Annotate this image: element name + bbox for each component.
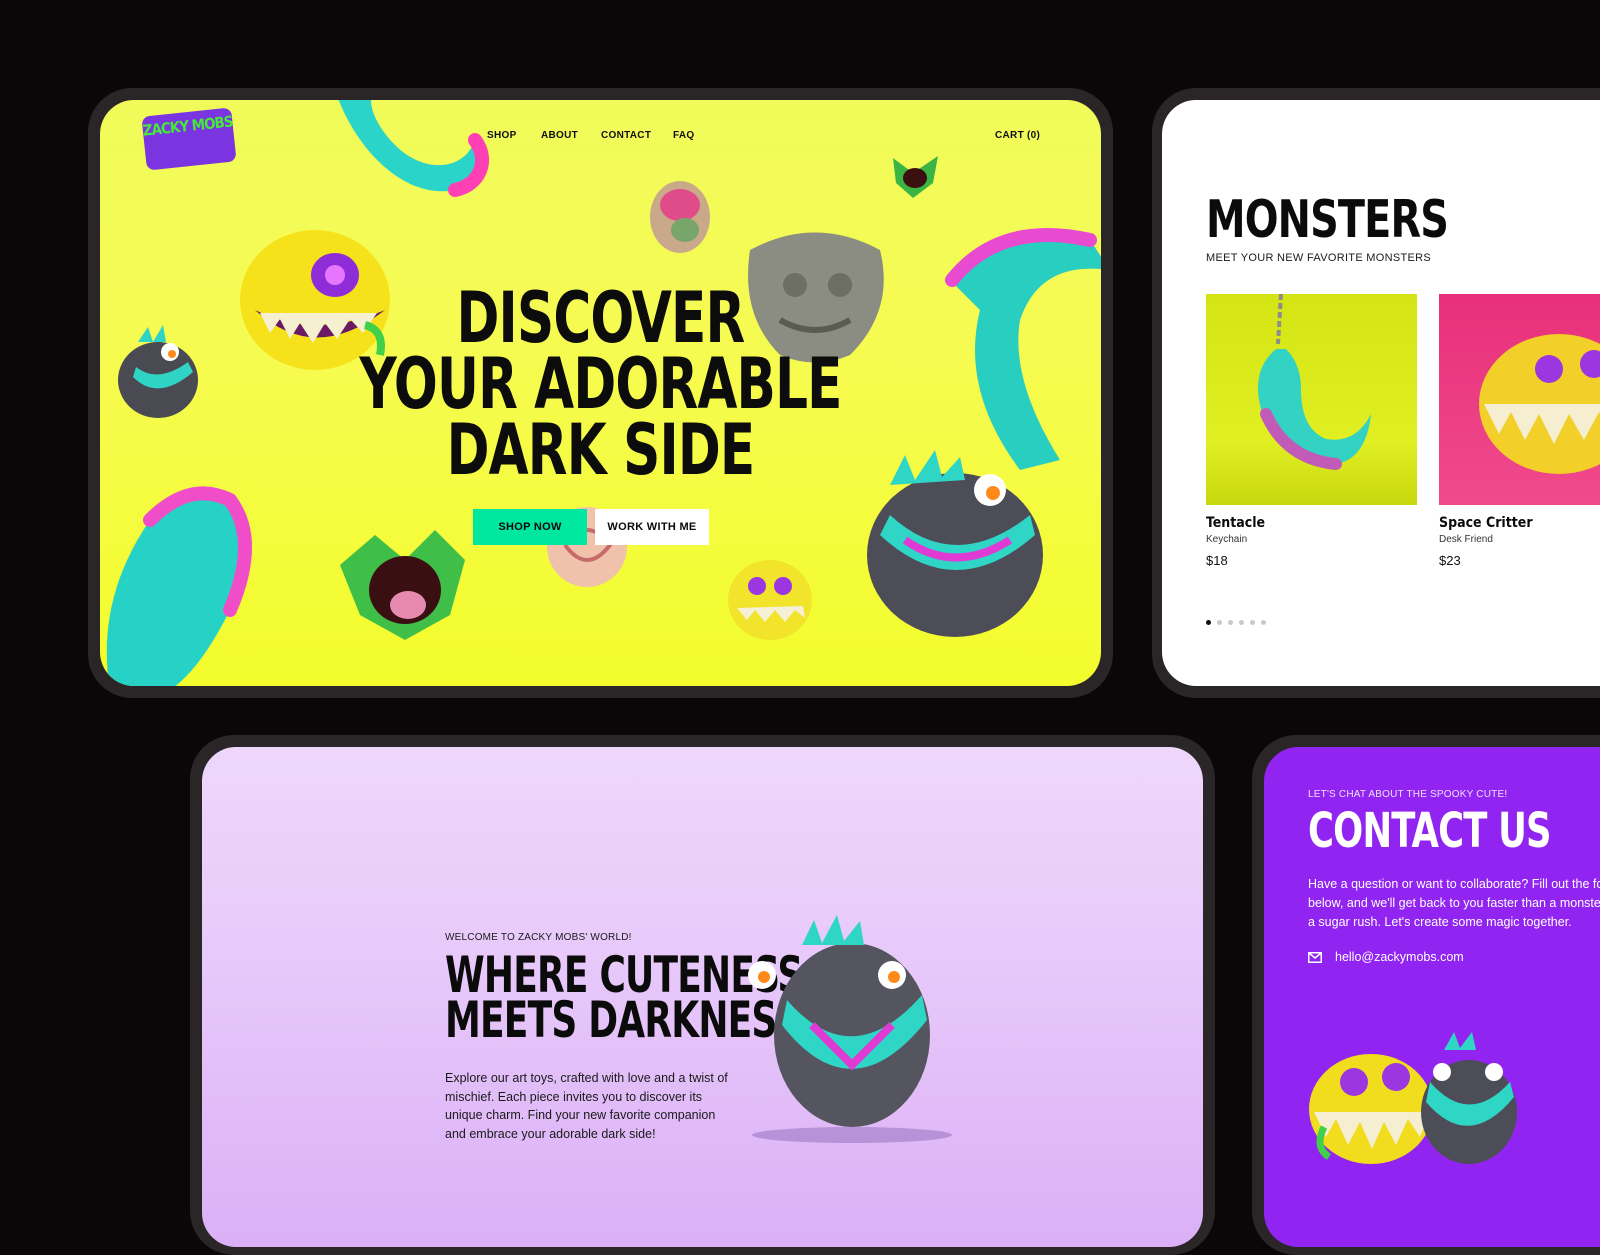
mail-icon bbox=[1308, 952, 1322, 963]
plant-monster-small-image bbox=[893, 156, 938, 198]
carousel-dot[interactable] bbox=[1239, 620, 1244, 625]
product-price: $23 bbox=[1439, 553, 1461, 568]
product-price: $18 bbox=[1206, 553, 1228, 568]
hero-section: ZACKY MOBS SHOP ABOUT CONTACT FAQ CART (… bbox=[100, 100, 1101, 686]
contact-eyebrow: LET'S CHAT ABOUT THE SPOOKY CUTE! bbox=[1308, 789, 1508, 800]
about-section: WELCOME TO ZACKY MOBS' WORLD! WHERE CUTE… bbox=[202, 747, 1203, 1247]
carousel-dot[interactable] bbox=[1228, 620, 1233, 625]
monsters-section: MONSTERS MEET YOUR NEW FAVORITE MONSTERS… bbox=[1162, 100, 1600, 686]
product-type: Desk Friend bbox=[1439, 534, 1493, 545]
nav-contact-link[interactable]: CONTACT bbox=[601, 130, 651, 141]
hero-title-line: YOUR ADORABLE bbox=[359, 343, 842, 425]
carousel-dot[interactable] bbox=[1261, 620, 1266, 625]
about-eyebrow: WELCOME TO ZACKY MOBS' WORLD! bbox=[445, 932, 632, 943]
zacky-mobs-logo[interactable]: ZACKY MOBS bbox=[141, 107, 237, 171]
plant-monster-image bbox=[340, 530, 465, 640]
product-name[interactable]: Space Critter bbox=[1439, 515, 1533, 531]
yellow-monster-small-image bbox=[728, 560, 812, 640]
hero-title-line: DISCOVER bbox=[456, 277, 746, 359]
mushroom-charm-image bbox=[650, 181, 710, 253]
dino-monster-image bbox=[748, 915, 952, 1143]
monsters-subtitle: MEET YOUR NEW FAVORITE MONSTERS bbox=[1206, 252, 1432, 264]
product-type: Keychain bbox=[1206, 534, 1248, 545]
about-body: Explore our art toys, crafted with love … bbox=[445, 1071, 728, 1141]
space-critter-icon bbox=[1479, 334, 1600, 474]
hero-title-line: DARK SIDE bbox=[446, 409, 756, 491]
shop-now-button[interactable]: SHOP NOW bbox=[473, 509, 587, 545]
carousel-dot[interactable] bbox=[1206, 620, 1211, 625]
tentacle-keychain-icon bbox=[1258, 293, 1371, 470]
tentacle-top-image bbox=[338, 100, 490, 197]
hero-title: DISCOVER YOUR ADORABLE DARK SIDE bbox=[190, 277, 1011, 491]
product-name[interactable]: Tentacle bbox=[1206, 515, 1265, 531]
tentacle-bottom-left-image bbox=[106, 486, 252, 686]
contact-section: LET'S CHAT ABOUT THE SPOOKY CUTE! CONTAC… bbox=[1264, 747, 1600, 1247]
cart-link[interactable]: CART (0) bbox=[995, 130, 1040, 141]
nav-faq-link[interactable]: FAQ bbox=[673, 130, 694, 141]
contact-title: CONTACT US bbox=[1308, 803, 1552, 859]
dino-monster-small-image bbox=[1421, 1032, 1517, 1164]
work-with-me-button[interactable]: WORK WITH ME bbox=[595, 509, 709, 545]
monsters-title: MONSTERS bbox=[1206, 190, 1449, 250]
nav-shop-link[interactable]: SHOP bbox=[487, 130, 517, 141]
carousel-dot[interactable] bbox=[1250, 620, 1255, 625]
nav-about-link[interactable]: ABOUT bbox=[541, 130, 578, 141]
product-image-tentacle[interactable] bbox=[1206, 293, 1417, 505]
carousel-dot[interactable] bbox=[1217, 620, 1222, 625]
contact-email-link[interactable]: hello@zackymobs.com bbox=[1335, 950, 1464, 964]
product-image-space-critter[interactable] bbox=[1439, 294, 1600, 505]
contact-body: Have a question or want to collaborate? … bbox=[1308, 877, 1600, 929]
